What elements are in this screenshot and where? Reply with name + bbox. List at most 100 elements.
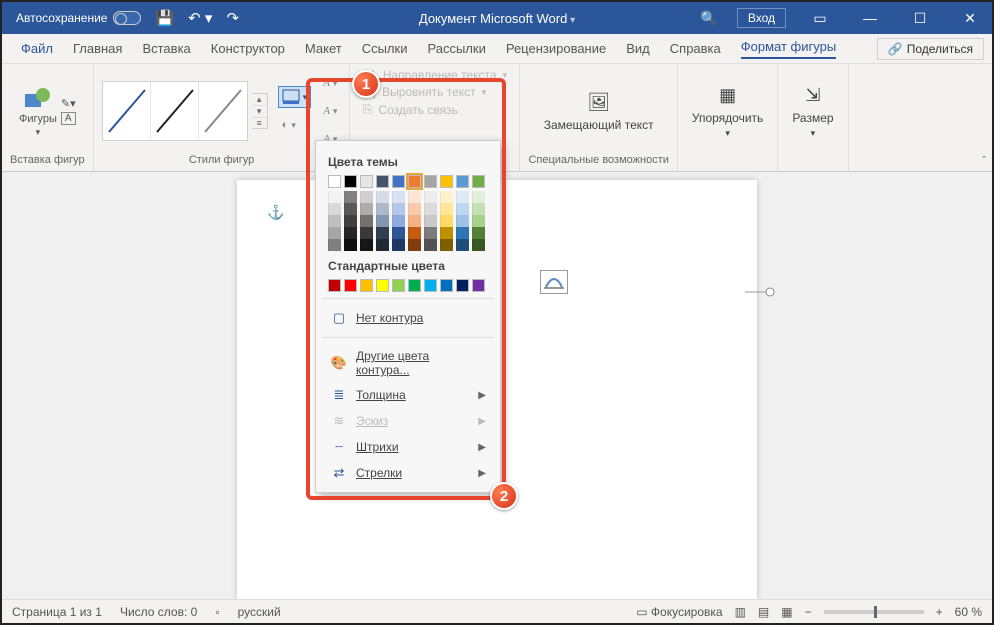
weight-item[interactable]: ≣Толщина▶: [328, 382, 488, 408]
swatch[interactable]: [424, 279, 437, 292]
swatch[interactable]: [328, 227, 341, 239]
print-layout-icon[interactable]: ▤: [758, 605, 769, 619]
swatch[interactable]: [360, 203, 373, 215]
swatch[interactable]: [408, 203, 421, 215]
style-1[interactable]: [103, 82, 151, 140]
tab-mailings[interactable]: Рассылки: [418, 34, 494, 63]
tab-review[interactable]: Рецензирование: [497, 34, 615, 63]
swatch[interactable]: [376, 175, 389, 188]
swatch[interactable]: [376, 203, 389, 215]
swatch[interactable]: [424, 227, 437, 239]
swatch[interactable]: [440, 191, 453, 203]
swatch[interactable]: [392, 215, 405, 227]
swatch[interactable]: [440, 215, 453, 227]
swatch[interactable]: [424, 215, 437, 227]
swatch[interactable]: [344, 175, 357, 188]
swatch[interactable]: [456, 227, 469, 239]
proofing-icon[interactable]: ▫: [215, 605, 219, 619]
swatch[interactable]: [440, 227, 453, 239]
document-title[interactable]: Документ Microsoft Word: [419, 11, 575, 26]
swatch[interactable]: [408, 175, 421, 188]
login-button[interactable]: Вход: [737, 8, 786, 28]
swatch[interactable]: [472, 227, 485, 239]
maximize-icon[interactable]: ☐: [898, 10, 942, 27]
swatch[interactable]: [392, 239, 405, 251]
swatch[interactable]: [344, 227, 357, 239]
swatch[interactable]: [472, 279, 485, 292]
size-button[interactable]: ⇲Размер▾: [786, 84, 839, 139]
swatch[interactable]: [472, 203, 485, 215]
swatch[interactable]: [360, 227, 373, 239]
swatch[interactable]: [392, 203, 405, 215]
tab-references[interactable]: Ссылки: [353, 34, 417, 63]
layout-options-icon[interactable]: [540, 270, 568, 294]
swatch[interactable]: [360, 279, 373, 292]
page-indicator[interactable]: Страница 1 из 1: [12, 605, 102, 619]
swatch[interactable]: [328, 279, 341, 292]
tab-design[interactable]: Конструктор: [202, 34, 294, 63]
swatch[interactable]: [408, 215, 421, 227]
swatch[interactable]: [344, 239, 357, 251]
swatch[interactable]: [328, 203, 341, 215]
share-button[interactable]: 🔗Поделиться: [877, 38, 984, 60]
edit-shape-icon[interactable]: ✎▾: [61, 97, 76, 110]
swatch[interactable]: [376, 227, 389, 239]
tab-home[interactable]: Главная: [64, 34, 131, 63]
swatch[interactable]: [408, 279, 421, 292]
swatch[interactable]: [408, 227, 421, 239]
selected-line-shape[interactable]: [745, 287, 775, 297]
search-icon[interactable]: 🔍: [687, 10, 731, 27]
minimize-icon[interactable]: —: [848, 10, 892, 26]
swatch[interactable]: [408, 239, 421, 251]
swatch[interactable]: [360, 215, 373, 227]
style-2[interactable]: [151, 82, 199, 140]
more-colors-item[interactable]: 🎨Другие цвета контура...: [328, 344, 488, 382]
style-3[interactable]: [199, 82, 247, 140]
swatch[interactable]: [424, 191, 437, 203]
swatch[interactable]: [376, 191, 389, 203]
alt-text-button[interactable]: 🖼Замещающий текст: [538, 91, 660, 132]
swatch[interactable]: [344, 215, 357, 227]
textbox-icon[interactable]: A: [61, 112, 76, 125]
swatch[interactable]: [392, 175, 405, 188]
zoom-in-icon[interactable]: +: [936, 605, 943, 619]
swatch[interactable]: [408, 191, 421, 203]
tab-file[interactable]: Файл: [12, 34, 62, 63]
tab-insert[interactable]: Вставка: [133, 34, 199, 63]
swatch[interactable]: [472, 215, 485, 227]
zoom-slider[interactable]: [824, 610, 924, 614]
swatch[interactable]: [424, 239, 437, 251]
swatch[interactable]: [456, 279, 469, 292]
swatch[interactable]: [328, 239, 341, 251]
zoom-out-icon[interactable]: −: [805, 605, 812, 619]
swatch[interactable]: [456, 191, 469, 203]
ribbon-mode-icon[interactable]: ▭: [798, 10, 842, 27]
swatch[interactable]: [440, 279, 453, 292]
swatch[interactable]: [344, 191, 357, 203]
tab-help[interactable]: Справка: [661, 34, 730, 63]
save-icon[interactable]: 💾: [155, 9, 174, 27]
swatch[interactable]: [424, 175, 437, 188]
language-indicator[interactable]: русский: [238, 605, 281, 619]
swatch[interactable]: [344, 203, 357, 215]
no-outline-item[interactable]: ▢Нет контура: [328, 305, 488, 331]
swatch[interactable]: [392, 227, 405, 239]
dashes-item[interactable]: ┈Штрихи▶: [328, 434, 488, 460]
focus-mode-button[interactable]: ▭ Фокусировка: [636, 605, 722, 619]
read-mode-icon[interactable]: ▥: [735, 605, 746, 619]
tab-view[interactable]: Вид: [617, 34, 659, 63]
swatch[interactable]: [424, 203, 437, 215]
close-icon[interactable]: ✕: [948, 10, 992, 27]
swatch[interactable]: [376, 215, 389, 227]
swatch[interactable]: [360, 175, 373, 188]
arrange-button[interactable]: ▦Упорядочить▾: [686, 84, 769, 139]
swatch[interactable]: [376, 239, 389, 251]
swatch[interactable]: [456, 239, 469, 251]
swatch[interactable]: [440, 239, 453, 251]
swatch[interactable]: [328, 191, 341, 203]
swatch[interactable]: [472, 191, 485, 203]
swatch[interactable]: [392, 279, 405, 292]
swatch[interactable]: [440, 203, 453, 215]
zoom-level[interactable]: 60 %: [955, 605, 982, 619]
swatch[interactable]: [328, 215, 341, 227]
